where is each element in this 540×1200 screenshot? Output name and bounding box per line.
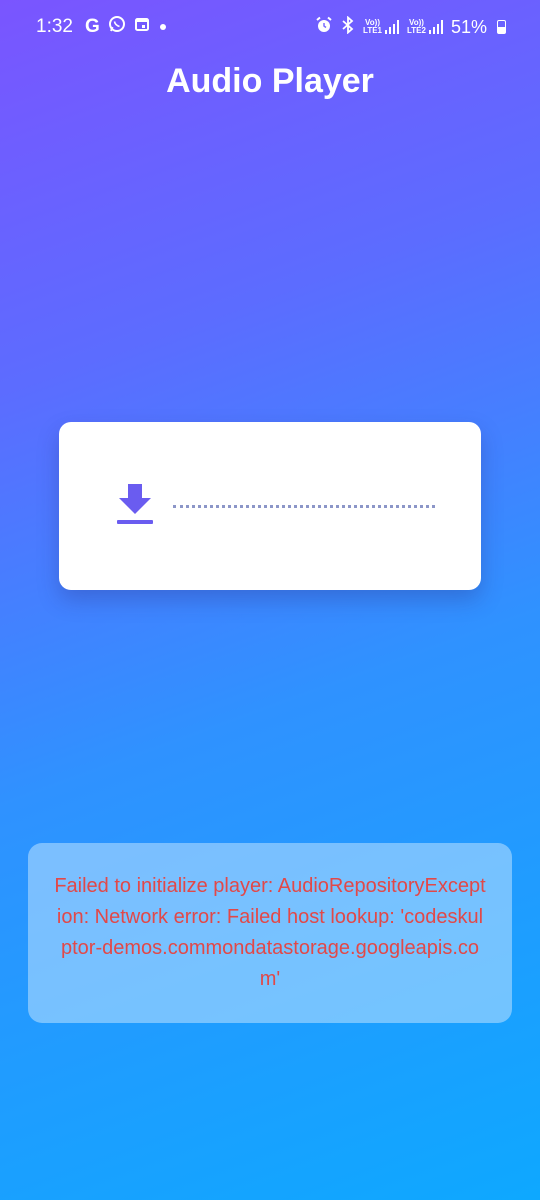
page-title: Audio Player (166, 62, 374, 100)
volte-lte2-signal: Vo)) LTE2 (407, 19, 443, 35)
lte1-label-bottom: LTE1 (363, 26, 382, 35)
notification-dot (158, 16, 168, 38)
calendar-icon (134, 16, 150, 38)
lte2-signal-bars-icon (428, 20, 443, 34)
volte-lte1-signal: Vo)) LTE1 (363, 19, 399, 35)
lte2-label-bottom: LTE2 (407, 26, 426, 35)
status-bar: 1:32 G Vo)) LTE1 Vo)) LTE2 51% (0, 0, 540, 54)
battery-icon (497, 20, 506, 34)
lte1-label: Vo)) LTE1 (363, 19, 382, 35)
progress-track[interactable] (173, 505, 435, 508)
app-screen: 1:32 G Vo)) LTE1 Vo)) LTE2 51% Audio Pla… (0, 0, 540, 1200)
download-button[interactable] (115, 482, 155, 530)
status-time: 1:32 (36, 16, 73, 37)
whatsapp-icon (108, 15, 126, 39)
status-bar-right: Vo)) LTE1 Vo)) LTE2 51% (315, 15, 506, 39)
player-card (59, 422, 481, 590)
error-message: Failed to initialize player: AudioReposi… (54, 875, 486, 990)
download-icon (117, 484, 153, 524)
lte2-label: Vo)) LTE2 (407, 19, 426, 35)
status-bar-left: 1:32 G (36, 16, 168, 38)
google-icon: G (84, 16, 100, 37)
battery-percent: 51% (450, 16, 487, 37)
lte1-signal-bars-icon (385, 20, 399, 34)
alarm-icon (315, 16, 333, 39)
error-message-box: Failed to initialize player: AudioReposi… (28, 843, 512, 1023)
bluetooth-icon (341, 15, 355, 39)
